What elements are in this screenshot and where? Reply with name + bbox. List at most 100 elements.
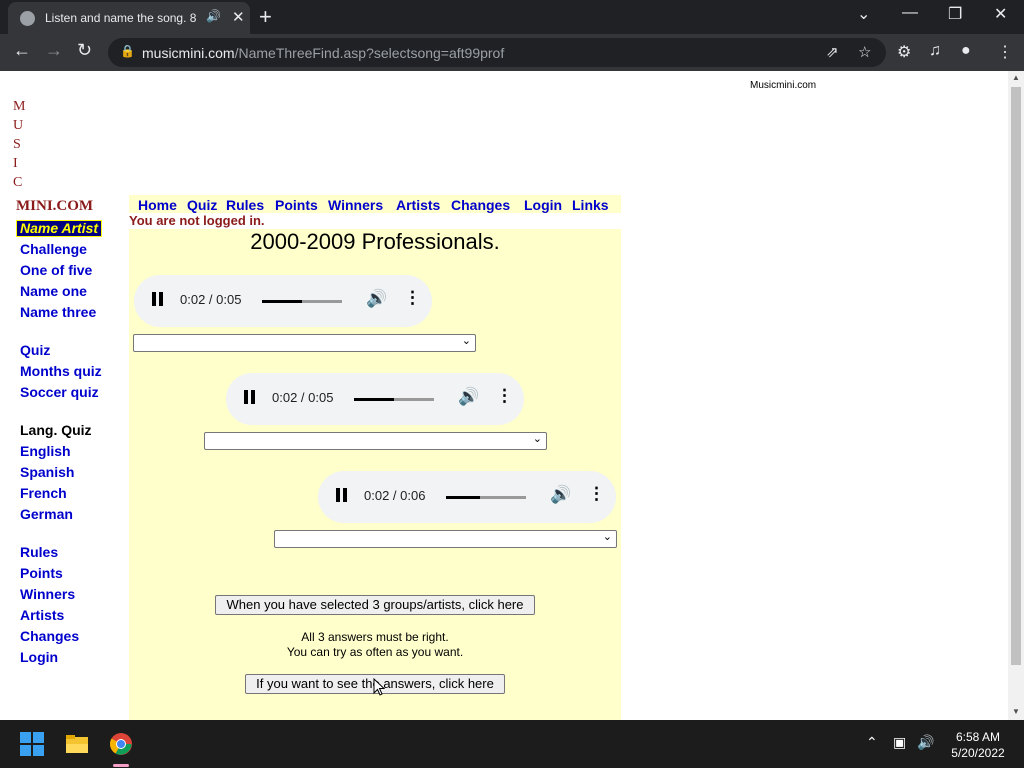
scrollbar-thumb[interactable] <box>1011 87 1021 665</box>
side-nav-english[interactable]: English <box>16 441 116 462</box>
top-nav-rules[interactable]: Rules <box>226 197 264 213</box>
top-nav-home[interactable]: Home <box>138 197 177 213</box>
url-path: /NameThreeFind.asp?selectsong=aft99prof <box>234 45 505 61</box>
clock-date: 5/20/2022 <box>951 746 1005 760</box>
top-nav-winners[interactable]: Winners <box>328 197 383 213</box>
file-explorer-icon[interactable] <box>65 732 89 756</box>
seek-slider[interactable] <box>446 496 526 499</box>
logo-letter: I <box>13 156 18 171</box>
side-nav-changes[interactable]: Changes <box>16 626 116 647</box>
window-close-icon[interactable]: ✕ <box>994 4 1007 24</box>
pause-icon[interactable] <box>244 390 256 404</box>
tab-search-chevron-icon[interactable]: ⌄ <box>857 4 870 24</box>
audio-player-3[interactable]: 0:02 / 0:06 🔊 ⋮ <box>318 471 616 523</box>
scroll-down-icon[interactable]: ▼ <box>1012 707 1020 716</box>
top-nav-points[interactable]: Points <box>275 197 318 213</box>
seek-progress <box>354 398 394 401</box>
side-nav-name-three[interactable]: Name three <box>16 302 116 323</box>
menu-icon[interactable]: ⋮ <box>997 42 1013 62</box>
forward-icon[interactable]: → <box>45 40 63 61</box>
network-icon[interactable]: ▣ <box>893 734 906 751</box>
chevron-up-icon[interactable]: ⌃ <box>866 734 878 751</box>
logo-letter: U <box>13 118 24 133</box>
side-nav: Name Artist Challenge One of five Name o… <box>16 220 116 668</box>
scroll-up-icon[interactable]: ▲ <box>1012 73 1020 82</box>
new-tab-icon[interactable]: + <box>259 4 272 30</box>
seek-progress <box>262 300 302 303</box>
side-nav-soccer-quiz[interactable]: Soccer quiz <box>16 382 116 403</box>
logo-mini-com[interactable]: MINI.COM <box>16 198 93 215</box>
more-options-icon[interactable]: ⋮ <box>404 288 421 308</box>
audio-player-2[interactable]: 0:02 / 0:05 🔊 ⋮ <box>226 373 524 425</box>
windows-start-icon[interactable] <box>20 732 44 756</box>
tab-strip: Listen and name the song. 8 🔊 ✕ + ⌄ — ❐ … <box>0 0 1024 34</box>
side-nav-login[interactable]: Login <box>16 647 116 668</box>
top-nav-login[interactable]: Login <box>524 197 562 213</box>
back-icon[interactable]: ← <box>13 40 31 61</box>
side-nav-challenge[interactable]: Challenge <box>16 239 116 260</box>
url-text: musicmini.com/NameThreeFind.asp?selectso… <box>142 45 504 61</box>
volume-icon[interactable]: 🔊 <box>550 485 571 505</box>
reload-icon[interactable]: ↻ <box>77 40 92 61</box>
page-scrollbar[interactable]: ▲ ▼ <box>1008 71 1024 720</box>
side-nav-artists[interactable]: Artists <box>16 605 116 626</box>
logo-letter: S <box>13 137 21 152</box>
rule-note-2: You can try as often as you want. <box>286 645 464 659</box>
top-nav-changes[interactable]: Changes <box>451 197 510 213</box>
more-options-icon[interactable]: ⋮ <box>588 484 605 504</box>
system-clock[interactable]: 6:58 AM 5/20/2022 <box>940 729 1016 761</box>
volume-icon[interactable]: 🔊 <box>366 289 387 309</box>
tab-audio-icon[interactable]: 🔊 <box>206 9 221 23</box>
side-nav-winners[interactable]: Winners <box>16 584 116 605</box>
side-nav-one-of-five[interactable]: One of five <box>16 260 116 281</box>
side-nav-name-artist[interactable]: Name Artist <box>16 220 103 237</box>
seek-slider[interactable] <box>354 398 434 401</box>
restore-icon[interactable]: ❐ <box>948 4 962 24</box>
browser-tab[interactable]: Listen and name the song. 8 🔊 ✕ <box>8 2 250 34</box>
page-title: 2000-2009 Professionals. <box>250 229 500 254</box>
speaker-icon[interactable]: 🔊 <box>917 734 934 751</box>
side-nav-quiz[interactable]: Quiz <box>16 340 116 361</box>
top-nav-artists[interactable]: Artists <box>396 197 440 213</box>
address-bar[interactable]: 🔒 musicmini.com/NameThreeFind.asp?select… <box>108 38 886 67</box>
rule-note-1: All 3 answers must be right. <box>301 630 449 644</box>
quiz-panel: Home Quiz Rules Points Winners Artists C… <box>129 195 621 720</box>
answer-select-1[interactable]: ⌄ <box>133 334 476 352</box>
seek-progress <box>446 496 481 499</box>
share-icon[interactable]: ⇗ <box>826 43 839 61</box>
seek-slider[interactable] <box>262 300 342 303</box>
side-nav-lang-heading: Lang. Quiz <box>20 422 92 438</box>
extensions-icon[interactable]: ⚙ <box>897 42 911 62</box>
profile-icon[interactable]: ● <box>961 42 971 60</box>
side-nav-name-one[interactable]: Name one <box>16 281 116 302</box>
lock-icon[interactable]: 🔒 <box>120 44 135 58</box>
submit-answers-button[interactable]: When you have selected 3 groups/artists,… <box>215 595 535 615</box>
pause-icon[interactable] <box>152 292 164 306</box>
top-nav-links[interactable]: Links <box>572 197 609 213</box>
player-time: 0:02 / 0:05 <box>272 390 334 405</box>
side-nav-months-quiz[interactable]: Months quiz <box>16 361 116 382</box>
logo-letter: C <box>13 175 23 190</box>
side-nav-french[interactable]: French <box>16 483 116 504</box>
logo-letter: M <box>13 99 26 114</box>
bookmark-star-icon[interactable]: ☆ <box>858 43 871 61</box>
tab-close-icon[interactable]: ✕ <box>232 8 245 26</box>
tab-title: Listen and name the song. 8 <box>45 11 197 25</box>
audio-player-1[interactable]: 0:02 / 0:05 🔊 ⋮ <box>134 275 432 327</box>
pause-icon[interactable] <box>336 488 348 502</box>
answer-select-3[interactable]: ⌄ <box>274 530 617 548</box>
minimize-icon[interactable]: — <box>902 4 918 22</box>
logo-music[interactable]: M U S I C <box>13 97 33 192</box>
answer-select-2[interactable]: ⌄ <box>204 432 547 450</box>
page-viewport: Musicmini.com M U S I C MINI.COM Name Ar… <box>0 71 1008 720</box>
side-nav-points[interactable]: Points <box>16 563 116 584</box>
side-nav-german[interactable]: German <box>16 504 116 525</box>
chrome-icon[interactable] <box>109 732 133 756</box>
side-nav-spanish[interactable]: Spanish <box>16 462 116 483</box>
side-nav-rules[interactable]: Rules <box>16 542 116 563</box>
media-control-icon[interactable]: ♫ <box>929 42 941 60</box>
volume-icon[interactable]: 🔊 <box>458 387 479 407</box>
more-options-icon[interactable]: ⋮ <box>496 386 513 406</box>
top-nav-quiz[interactable]: Quiz <box>187 197 217 213</box>
